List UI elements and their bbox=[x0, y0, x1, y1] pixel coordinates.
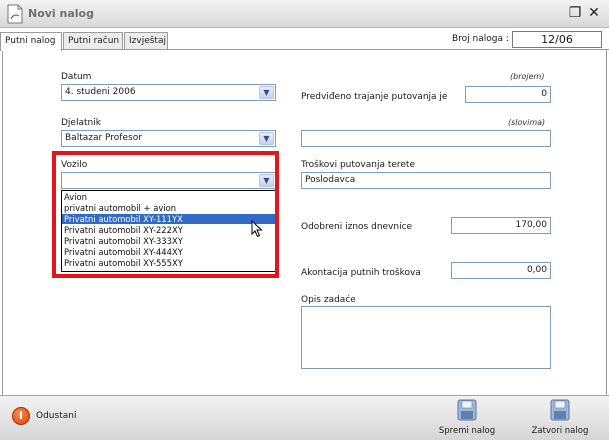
djelatnik-value: Baltazar Profesor bbox=[65, 133, 142, 143]
maximize-icon[interactable]: ❐ bbox=[567, 5, 583, 21]
vozilo-highlight-frame bbox=[52, 151, 279, 278]
close-form-button-label: Zatvori nalog bbox=[531, 426, 589, 436]
opis-textarea[interactable] bbox=[301, 306, 551, 369]
chevron-down-icon[interactable]: ▼ bbox=[259, 132, 274, 145]
footer-bar: Odustani Spremi nalog Zatvori nalog bbox=[0, 395, 609, 440]
floppy-disk-icon bbox=[550, 399, 570, 421]
datum-label: Datum bbox=[61, 72, 92, 82]
tab-putni-nalog[interactable]: Putni nalog bbox=[0, 32, 62, 51]
floppy-disk-icon bbox=[457, 399, 477, 421]
power-icon[interactable] bbox=[12, 407, 30, 425]
save-button-label: Spremi nalog bbox=[438, 426, 496, 436]
broj-naloga-field[interactable]: 12/06 bbox=[512, 31, 602, 48]
trajanje-words-hint: (slovima) bbox=[508, 118, 546, 127]
akontacija-label: Akontacija putnih troškova bbox=[301, 268, 421, 278]
dnevnice-label: Odobreni iznos dnevnice bbox=[301, 222, 413, 232]
close-form-button[interactable]: Zatvori nalog bbox=[530, 399, 590, 439]
akontacija-field[interactable]: 0,00 bbox=[451, 262, 551, 279]
chevron-down-icon[interactable]: ▼ bbox=[259, 86, 274, 99]
dnevnice-field[interactable]: 170,00 bbox=[451, 217, 551, 234]
window-title: Novi nalog bbox=[28, 7, 94, 20]
djelatnik-select[interactable]: Baltazar Profesor ▼ bbox=[61, 130, 276, 147]
save-button[interactable]: Spremi nalog bbox=[437, 399, 497, 439]
troskovi-field[interactable]: Poslodavca bbox=[301, 172, 551, 189]
trajanje-words-field[interactable] bbox=[301, 130, 551, 147]
opis-label: Opis zadaće bbox=[301, 295, 356, 305]
trajanje-number-hint: (brojem) bbox=[510, 72, 545, 81]
close-icon[interactable]: ✕ bbox=[586, 5, 602, 21]
document-icon bbox=[7, 4, 23, 24]
datum-value: 4. studeni 2006 bbox=[65, 87, 136, 97]
datum-select[interactable]: 4. studeni 2006 ▼ bbox=[61, 84, 276, 101]
mouse-cursor-icon bbox=[251, 220, 263, 238]
tab-putni-racun[interactable]: Putni račun bbox=[63, 32, 123, 50]
trajanje-label: Predviđeno trajanje putovanja je bbox=[301, 92, 448, 102]
troskovi-label: Troškovi putovanja terete bbox=[301, 160, 416, 170]
broj-naloga-label: Broj naloga : bbox=[452, 34, 509, 44]
trajanje-number-field[interactable]: 0 bbox=[465, 86, 551, 103]
title-bar: Novi nalog ❐ ✕ bbox=[0, 0, 609, 28]
cancel-button[interactable]: Odustani bbox=[36, 411, 76, 421]
djelatnik-label: Djelatnik bbox=[61, 118, 101, 128]
tab-izvjestaj[interactable]: Izvještaj bbox=[124, 32, 168, 50]
